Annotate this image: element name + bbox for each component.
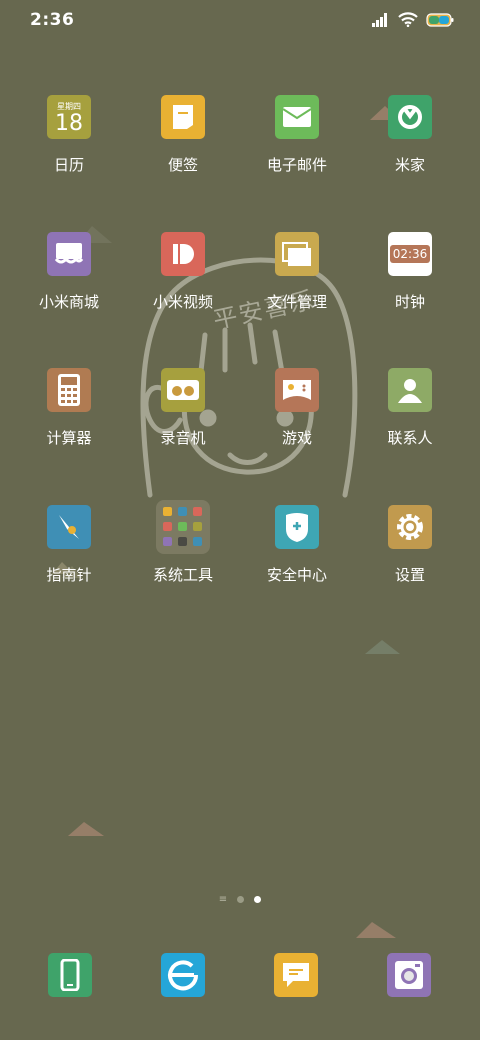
calculator-icon — [47, 368, 91, 412]
clock-icon: 02:36 — [388, 232, 432, 276]
app-label: 时钟 — [394, 293, 425, 311]
app-label: 便签 — [167, 156, 198, 174]
compass-icon — [47, 505, 91, 549]
clock-time: 02:36 — [389, 245, 431, 263]
status-time: 2:36 — [30, 10, 75, 30]
security-icon — [275, 505, 319, 549]
app-label: 小米视频 — [152, 293, 213, 311]
app-label: 文件管理 — [266, 293, 327, 311]
messages-icon — [283, 963, 309, 987]
battery-icon — [426, 12, 454, 27]
calendar-day: 18 — [55, 110, 83, 136]
app-label: 日历 — [53, 156, 84, 174]
app-label: 米家 — [394, 156, 425, 174]
app-mail[interactable]: 电子邮件 — [242, 95, 352, 205]
app-settings[interactable]: 设置 — [355, 505, 465, 615]
app-notes[interactable]: 便签 — [128, 95, 238, 205]
dock-messages[interactable] — [274, 953, 318, 997]
page-dot[interactable] — [237, 896, 245, 903]
phone-icon — [60, 959, 80, 991]
page-indicator: ≡ — [0, 895, 480, 905]
app-label: 小米商城 — [38, 293, 99, 311]
app-mi-video[interactable]: 小米视频 — [128, 232, 238, 342]
app-security-center[interactable]: 安全中心 — [242, 505, 352, 615]
folder-icon — [275, 232, 319, 276]
app-label: 录音机 — [160, 429, 206, 447]
calendar-icon: 星期四 18 — [47, 95, 91, 139]
recorder-icon — [161, 368, 205, 412]
menu-icon[interactable]: ≡ — [219, 895, 227, 905]
store-icon — [47, 232, 91, 276]
signal-icon — [372, 12, 387, 27]
app-label: 联系人 — [387, 429, 433, 447]
app-compass[interactable]: 指南针 — [14, 505, 124, 615]
app-file-manager[interactable]: 文件管理 — [242, 232, 352, 342]
app-system-tools[interactable]: 系统工具 — [128, 500, 238, 610]
app-clock[interactable]: 02:36 时钟 — [355, 232, 465, 342]
app-games[interactable]: 游戏 — [242, 368, 352, 478]
page-dot-active[interactable] — [254, 896, 262, 903]
browser-icon — [168, 960, 199, 991]
dock-camera[interactable] — [387, 953, 431, 997]
video-icon — [161, 232, 205, 276]
wifi-icon — [398, 12, 418, 27]
app-label: 设置 — [394, 566, 425, 584]
mijia-icon — [388, 95, 432, 139]
dock-browser[interactable] — [161, 953, 205, 997]
contacts-icon — [388, 368, 432, 412]
app-calendar[interactable]: 星期四 18 日历 — [14, 95, 124, 205]
mail-icon — [275, 95, 319, 139]
app-contacts[interactable]: 联系人 — [355, 368, 465, 478]
app-calculator[interactable]: 计算器 — [14, 368, 124, 478]
settings-icon — [388, 505, 432, 549]
calendar-weekday: 星期四 — [57, 101, 81, 111]
camera-icon — [395, 961, 423, 989]
app-label: 系统工具 — [152, 566, 213, 584]
app-label: 游戏 — [281, 429, 312, 447]
app-mijia[interactable]: 米家 — [355, 95, 465, 205]
status-bar: 2:36 — [0, 0, 480, 44]
app-label: 安全中心 — [266, 566, 327, 584]
app-label: 电子邮件 — [266, 156, 327, 174]
dock-phone[interactable] — [48, 953, 92, 997]
app-label: 计算器 — [46, 429, 92, 447]
folder-grid-icon — [156, 500, 210, 554]
app-mi-store[interactable]: 小米商城 — [14, 232, 124, 342]
game-icon — [275, 368, 319, 412]
app-label: 指南针 — [46, 566, 92, 584]
app-recorder[interactable]: 录音机 — [128, 368, 238, 478]
notes-icon — [161, 95, 205, 139]
